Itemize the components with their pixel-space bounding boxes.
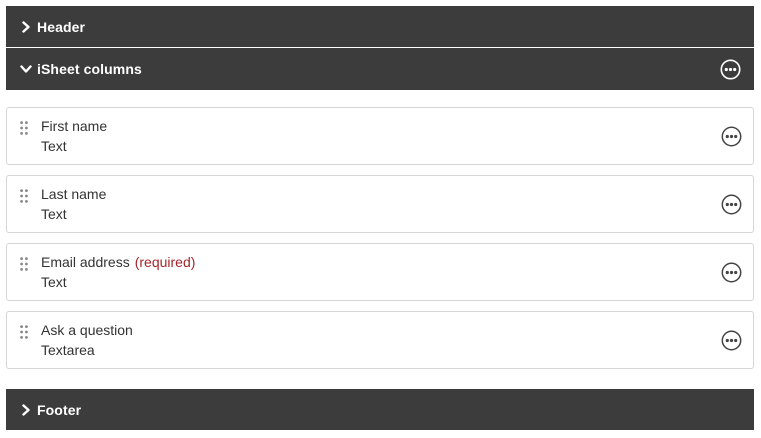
section-columns-label: iSheet columns xyxy=(37,61,142,77)
column-row: Last name Text xyxy=(6,175,754,233)
column-name-text: Last name xyxy=(41,186,107,202)
column-type: Text xyxy=(41,138,67,154)
drag-handle-icon[interactable] xyxy=(20,189,28,203)
column-name: Last name xyxy=(41,186,111,202)
more-options-icon[interactable] xyxy=(721,262,742,283)
column-type: Text xyxy=(41,274,67,290)
column-name: First name xyxy=(41,118,112,134)
section-columns-toggle[interactable]: iSheet columns xyxy=(6,48,754,90)
drag-handle-icon[interactable] xyxy=(20,257,28,271)
column-name-text: Email address xyxy=(41,254,130,270)
column-row: Email address (required) Text xyxy=(6,243,754,301)
column-name-text: Ask a question xyxy=(41,322,133,338)
column-type: Text xyxy=(41,206,67,222)
section-header-label: Header xyxy=(37,18,86,35)
more-options-icon[interactable] xyxy=(720,59,741,80)
drag-handle-icon[interactable] xyxy=(20,325,28,339)
section-header-toggle[interactable]: Header xyxy=(6,6,754,47)
section-footer-label: Footer xyxy=(37,401,82,418)
isheet-configuration-panel: Header iSheet columns First name Text La… xyxy=(0,0,761,438)
more-options-icon[interactable] xyxy=(721,126,742,147)
column-name: Ask a question xyxy=(41,322,138,338)
section-footer-toggle[interactable]: Footer xyxy=(6,389,754,430)
more-options-icon[interactable] xyxy=(721,330,742,351)
column-name: Email address (required) xyxy=(41,254,195,270)
chevron-right-icon xyxy=(20,403,32,416)
column-name-text: First name xyxy=(41,118,108,134)
chevron-right-icon xyxy=(20,20,32,33)
column-row: First name Text xyxy=(6,107,754,165)
drag-handle-icon[interactable] xyxy=(20,121,28,135)
column-type: Textarea xyxy=(41,342,95,358)
column-row: Ask a question Textarea xyxy=(6,311,754,369)
more-options-icon[interactable] xyxy=(721,194,742,215)
required-label: (required) xyxy=(134,254,196,270)
chevron-down-icon xyxy=(20,63,32,75)
